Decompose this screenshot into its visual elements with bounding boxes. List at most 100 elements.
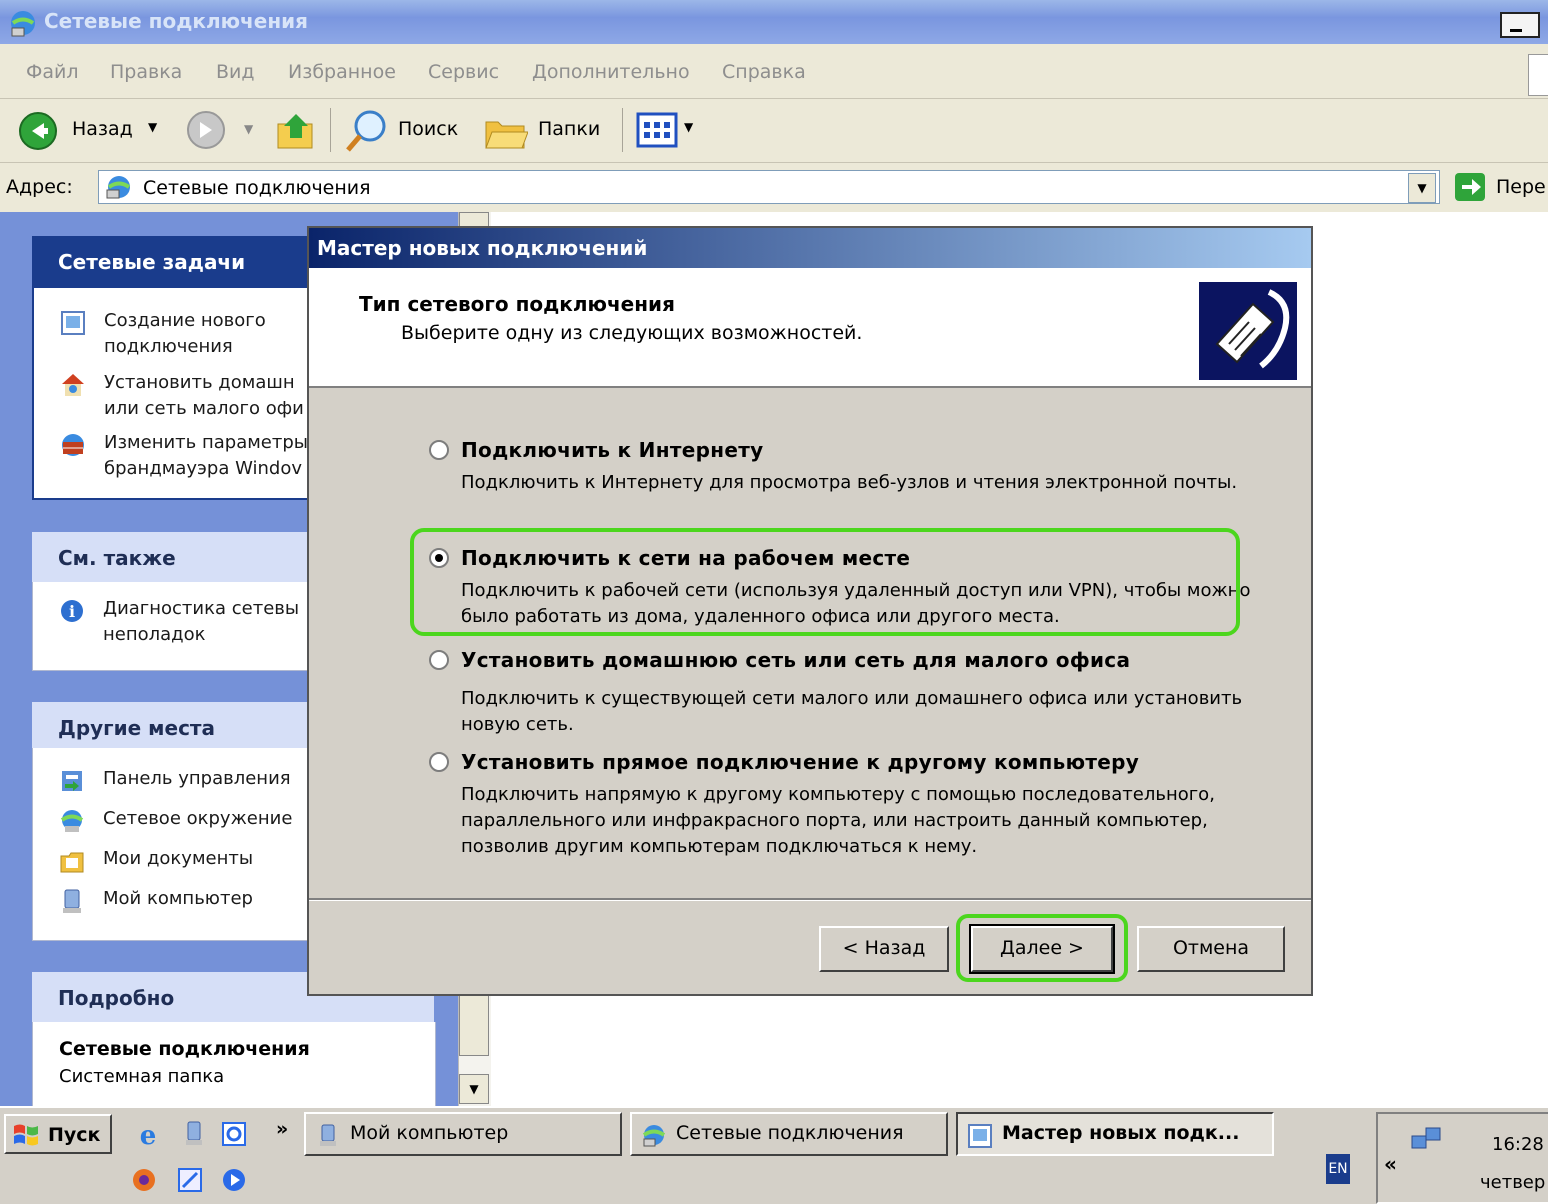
task-firewall-line1: Изменить параметры	[104, 432, 309, 453]
network-connections-icon	[11, 11, 35, 37]
folders-button[interactable]: Папки	[482, 106, 606, 154]
dialog-header-title: Тип сетевого подключения	[359, 292, 675, 316]
forward-dropdown-icon[interactable]: ▼	[244, 122, 253, 136]
address-field[interactable]: Сетевые подключения	[98, 170, 1440, 204]
taskbar-wizard-label: Мастер новых подк...	[1002, 1122, 1240, 1144]
other-places-title: Другие места	[58, 716, 216, 740]
menu-favorites[interactable]: Избранное	[288, 61, 396, 83]
menu-edit[interactable]: Правка	[110, 61, 182, 83]
task-firewall-line2: брандмауэра Windov	[104, 458, 302, 479]
edit-icon[interactable]	[176, 1166, 204, 1194]
details-type: Системная папка	[59, 1066, 225, 1087]
details-title: Подробно	[58, 986, 175, 1010]
window-title: Сетевые подключения	[44, 9, 309, 33]
control-panel-label: Панель управления	[103, 768, 291, 789]
go-label: Пере	[1496, 176, 1546, 198]
scroll-down-button[interactable]: ▼	[459, 1074, 489, 1104]
start-button[interactable]: Пуск	[4, 1114, 112, 1154]
taskbar-network-label: Сетевые подключения	[676, 1122, 904, 1144]
taskbar-network-connections[interactable]: Сетевые подключения	[630, 1112, 948, 1156]
go-arrow-icon	[1455, 173, 1485, 201]
task-home-network-line1: Установить домашн	[104, 372, 295, 393]
diagnostics-line1: Диагностика сетевы	[103, 598, 300, 619]
gear-icon[interactable]	[130, 1166, 158, 1194]
menu-tools[interactable]: Сервис	[428, 61, 499, 83]
settings-quicklaunch-icon[interactable]	[220, 1120, 248, 1148]
diagnostics-line2: неполадок	[103, 624, 206, 645]
network-tasks-title: Сетевые задачи	[58, 250, 246, 274]
tray-expand-arrow[interactable]: «	[1384, 1152, 1397, 1176]
toolbar: Назад ▼ ▼ Поиск Папки ▼	[0, 100, 1548, 163]
taskbar-my-computer[interactable]: Мой компьютер	[304, 1112, 622, 1156]
option-direct-desc: Подключить напрямую к другому компьютеру…	[461, 784, 1215, 857]
details-name: Сетевые подключения	[59, 1038, 310, 1060]
views-dropdown-icon: ▼	[684, 120, 694, 134]
firewall-icon	[62, 434, 84, 456]
toolbar-separator	[330, 108, 331, 152]
dialog-header: Тип сетевого подключения Выберите одну и…	[309, 268, 1311, 388]
menu-file[interactable]: Файл	[26, 61, 79, 83]
views-button[interactable]: ▼	[636, 110, 706, 150]
windows-logo-icon	[14, 1124, 38, 1146]
my-documents-icon	[60, 852, 84, 873]
option-direct-title: Установить прямое подключение к другому …	[461, 750, 1140, 774]
address-label: Адрес:	[6, 176, 73, 198]
views-icon	[636, 112, 678, 148]
task-create-connection-line2: подключения	[104, 336, 233, 357]
menu-bar: Файл Правка Вид Избранное Сервис Дополни…	[0, 48, 1548, 99]
clock-time[interactable]: 16:28	[1492, 1134, 1544, 1155]
home-network-icon	[62, 374, 84, 396]
network-tray-icon[interactable]	[1410, 1126, 1444, 1156]
folders-icon	[485, 121, 528, 149]
new-connection-icon	[61, 311, 85, 335]
taskbar-new-connection-wizard[interactable]: Мастер новых подк...	[956, 1112, 1274, 1156]
my-computer-icon	[63, 889, 81, 913]
back-label: Назад	[72, 118, 133, 140]
search-button[interactable]: Поиск	[344, 106, 468, 154]
back-dropdown-icon[interactable]: ▼	[148, 120, 157, 134]
wizard-icon	[968, 1124, 992, 1148]
cancel-button[interactable]: Отмена	[1137, 926, 1285, 972]
folders-label: Папки	[538, 118, 601, 140]
menu-advanced[interactable]: Дополнительно	[532, 61, 690, 83]
explorer-title-bar: Сетевые подключения	[0, 0, 1548, 44]
search-label: Поиск	[398, 118, 459, 140]
svg-text:i: i	[69, 602, 75, 621]
my-computer-label: Мой компьютер	[103, 888, 253, 909]
address-value: Сетевые подключения	[143, 177, 371, 199]
svg-text:e: e	[140, 1121, 157, 1148]
dialog-title-bar[interactable]: Мастер новых подключений	[309, 228, 1311, 268]
task-home-network-line2: или сеть малого офи	[104, 398, 304, 419]
option-internet-desc: Подключить к Интернету для просмотра веб…	[461, 472, 1238, 493]
back-wizard-button[interactable]: < Назад	[819, 926, 949, 972]
network-connections-icon	[642, 1125, 666, 1147]
my-computer-quicklaunch-icon[interactable]	[180, 1120, 208, 1148]
network-places-icon	[60, 810, 84, 832]
highlight-next-button	[956, 914, 1128, 982]
up-folder-icon[interactable]	[274, 108, 318, 152]
forward-arrow-icon[interactable]	[186, 110, 226, 150]
toolbar-separator	[622, 108, 623, 152]
internet-explorer-icon[interactable]: e	[134, 1120, 162, 1148]
radio-internet[interactable]	[429, 440, 449, 460]
option-home-network-desc: Подключить к существующей сети малого ил…	[461, 688, 1243, 735]
menu-view[interactable]: Вид	[216, 61, 255, 83]
radio-home-network[interactable]	[429, 650, 449, 670]
my-computer-icon	[320, 1124, 336, 1146]
back-button[interactable]: Назад ▼	[16, 108, 157, 154]
my-documents-label: Мои документы	[103, 848, 254, 869]
radio-direct[interactable]	[429, 752, 449, 772]
minimize-button[interactable]	[1500, 12, 1540, 38]
network-connections-icon	[106, 176, 131, 199]
clock-day: четвер	[1480, 1172, 1546, 1193]
language-indicator[interactable]: EN	[1326, 1154, 1350, 1184]
go-button[interactable]: Пере	[1452, 170, 1548, 204]
address-bar: Адрес: Сетевые подключения ▼ Пере	[0, 164, 1548, 210]
media-player-icon[interactable]	[220, 1166, 248, 1194]
option-internet-title: Подключить к Интернету	[461, 438, 764, 462]
menu-help[interactable]: Справка	[722, 61, 806, 83]
quicklaunch-more[interactable]: »	[276, 1118, 288, 1140]
task-create-connection-line1: Создание нового	[104, 310, 266, 331]
address-dropdown-icon[interactable]: ▼	[1408, 173, 1436, 203]
start-label: Пуск	[48, 1124, 101, 1146]
